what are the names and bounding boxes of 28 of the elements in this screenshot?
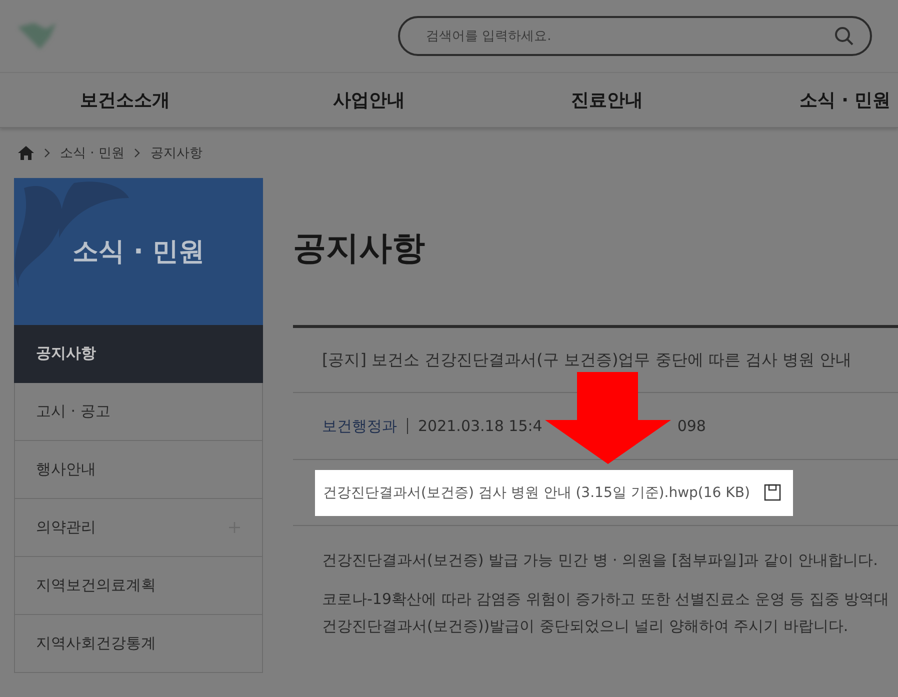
nav-item[interactable]: 진료안내 — [488, 88, 726, 112]
sidebar-item[interactable]: 고시 · 공고 — [14, 383, 263, 441]
attachment-link[interactable]: 건강진단결과서(보건증) 검사 병원 안내 (3.15일 기준).hwp(16 KB) — [315, 470, 793, 516]
save-icon[interactable] — [764, 484, 781, 501]
home-icon[interactable] — [18, 146, 34, 160]
post-date: 2021.03.18 15:4 — [418, 417, 542, 435]
sidebar-item[interactable]: 의약관리 — [14, 499, 263, 557]
body-text: 코로나-19확산에 따라 감염증 위험이 증가하고 또한 선별진료소 운영 등 집중 방역대 — [322, 590, 890, 609]
view-count: 098 — [677, 417, 706, 435]
nav-item[interactable]: 소식 · 민원 — [726, 88, 898, 112]
article-title: [공지] 보건소 건강진단결과서(구 보건증)업무 중단에 따른 검사 병원 안내 — [322, 350, 852, 370]
sidebar-item[interactable]: 지역보건의료계획 — [14, 557, 263, 615]
nav-item[interactable]: 사업안내 — [250, 88, 488, 112]
body-text: 건강진단결과서(보건증) 발급 가능 민간 병 · 의원을 [첨부파일]과 같이 안내합니다. — [322, 551, 879, 570]
sidebar-item[interactable]: 공지사항 — [14, 325, 263, 383]
search-field[interactable]: 검색어를 입력하세요. — [398, 16, 872, 56]
sidebar-item[interactable]: 행사안내 — [14, 441, 263, 499]
chevron-icon — [44, 148, 50, 158]
chevron-icon — [134, 148, 140, 158]
nav-item[interactable]: 보건소소개 — [0, 88, 250, 112]
department-link[interactable]: 보건행정과 — [322, 416, 397, 436]
search-icon[interactable] — [834, 26, 854, 46]
sidebar-item[interactable]: 지역사회건강통계 — [14, 615, 263, 673]
page-title: 공지사항 — [293, 227, 426, 269]
breadcrumb-link[interactable]: 소식 · 민원 — [60, 144, 124, 162]
breadcrumb-link[interactable]: 공지사항 — [150, 144, 202, 162]
sidebar-title: 소식 · 민원 — [72, 236, 204, 269]
body-text: 건강진단결과서(보건증))발급이 중단되었으니 널리 양해하여 주시기 바랍니다. — [322, 617, 850, 636]
